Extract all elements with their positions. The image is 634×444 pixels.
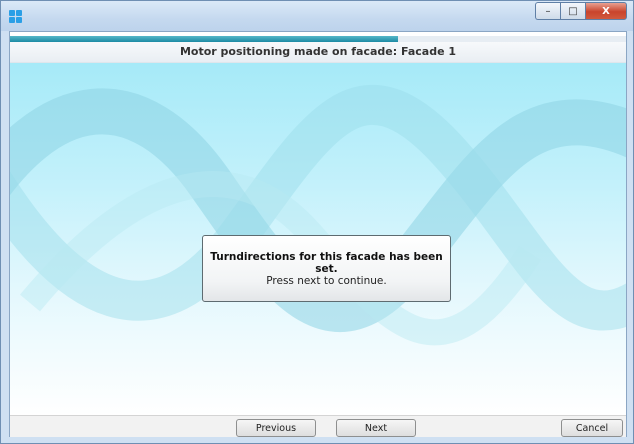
next-button[interactable]: Next	[336, 419, 416, 437]
previous-button[interactable]: Previous	[236, 419, 316, 437]
message-body: Press next to continue.	[266, 275, 387, 287]
wizard-step-title: Motor positioning made on facade: Facade…	[179, 45, 457, 58]
message-title: Turndirections for this facade has been …	[210, 251, 443, 275]
close-button[interactable]: X	[585, 2, 627, 20]
wizard-panel: Motor positioning made on facade: Facade…	[9, 31, 627, 437]
status-message-box: Turndirections for this facade has been …	[202, 235, 451, 302]
window-controls: – □ X	[535, 2, 627, 20]
wizard-footer: Previous Next Cancel	[10, 415, 626, 437]
wizard-content-area: Turndirections for this facade has been …	[10, 63, 626, 415]
title-bar[interactable]: – □ X	[1, 1, 633, 31]
app-grid-icon	[9, 10, 22, 23]
minimize-button[interactable]: –	[535, 2, 560, 20]
maximize-button[interactable]: □	[560, 2, 585, 20]
cancel-button[interactable]: Cancel	[561, 419, 623, 437]
application-window: – □ X Motor positioning made on facade: …	[0, 0, 634, 444]
